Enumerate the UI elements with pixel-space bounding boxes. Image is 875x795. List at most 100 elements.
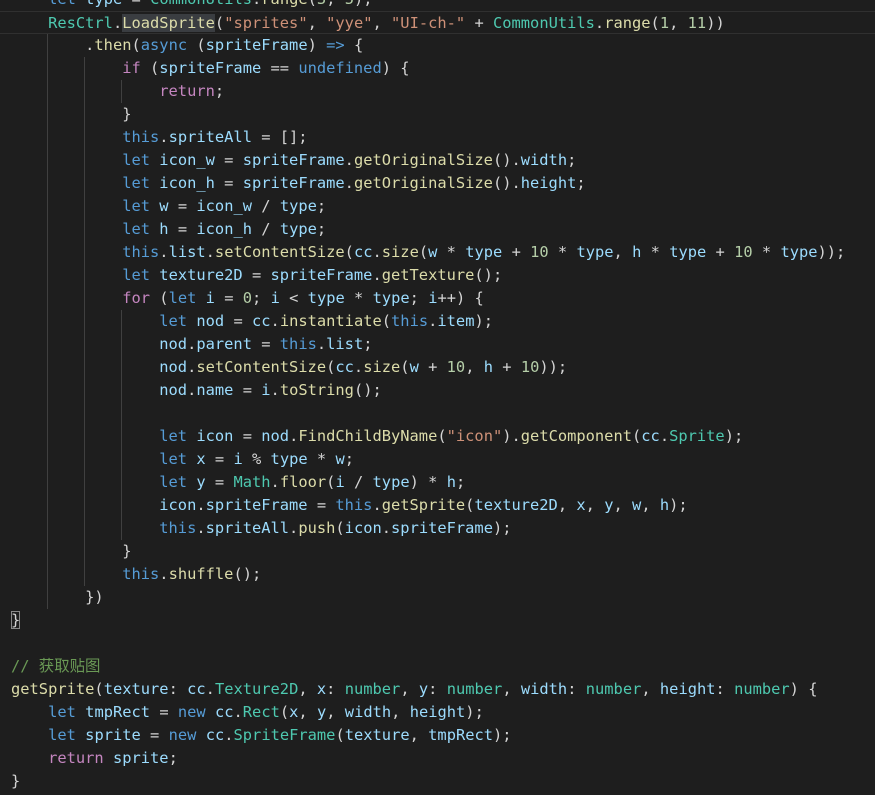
code-token: , bbox=[465, 358, 484, 376]
code-token: ++) { bbox=[437, 289, 484, 307]
code-token: ); bbox=[465, 703, 484, 721]
code-token: h bbox=[483, 358, 494, 376]
code-token: Texture2D bbox=[214, 680, 299, 698]
code-token: 10 bbox=[446, 358, 466, 376]
code-token: h bbox=[446, 473, 456, 491]
code-token: * bbox=[344, 289, 373, 307]
code-token: type bbox=[279, 197, 317, 215]
code-token: . bbox=[270, 473, 280, 491]
code-token: spriteFrame bbox=[159, 59, 262, 77]
code-token: + bbox=[706, 243, 735, 261]
code-line[interactable]: let texture2D = spriteFrame.getTexture()… bbox=[11, 264, 502, 287]
code-line[interactable]: ResCtrl.LoadSprite("sprites", "yye", "UI… bbox=[0, 11, 875, 34]
code-line[interactable]: }) bbox=[11, 586, 104, 609]
code-token: ( bbox=[326, 358, 336, 376]
code-token: , bbox=[613, 243, 633, 261]
code-token: type bbox=[372, 289, 410, 307]
code-token: if bbox=[122, 59, 141, 77]
code-token: : bbox=[715, 680, 735, 698]
code-token: push bbox=[298, 519, 336, 537]
code-line[interactable]: if (spriteFrame == undefined) { bbox=[11, 57, 409, 80]
code-token: }) bbox=[11, 588, 104, 606]
code-token: CommonUtils bbox=[492, 14, 595, 32]
code-line[interactable]: let sprite = new cc.SpriteFrame(texture,… bbox=[11, 724, 512, 747]
code-line[interactable]: let y = Math.floor(i / type) * h; bbox=[11, 471, 465, 494]
code-token: instantiate bbox=[279, 312, 382, 330]
code-token: ); bbox=[669, 496, 688, 514]
code-token: parent bbox=[196, 335, 252, 353]
code-token: spriteFrame bbox=[242, 174, 345, 192]
code-token: Math bbox=[233, 473, 271, 491]
code-line[interactable]: let x = i % type * w; bbox=[11, 448, 354, 471]
code-token: ; bbox=[409, 289, 429, 307]
code-token: )) bbox=[706, 14, 725, 32]
code-line[interactable]: let icon_w = spriteFrame.getOriginalSize… bbox=[11, 149, 576, 172]
code-token: )); bbox=[817, 243, 846, 261]
code-token: (); bbox=[353, 381, 382, 399]
code-token: , bbox=[669, 14, 688, 32]
code-token: ( bbox=[400, 358, 410, 376]
code-token: . bbox=[594, 14, 605, 32]
code-line[interactable]: return sprite; bbox=[11, 747, 178, 770]
code-token: x bbox=[316, 680, 327, 698]
code-token: , bbox=[613, 496, 633, 514]
code-token: ; bbox=[344, 450, 354, 468]
code-token: , bbox=[641, 496, 660, 514]
code-token: . bbox=[659, 427, 670, 445]
code-token: getSprite bbox=[11, 680, 95, 698]
code-line[interactable]: let tmpRect = new cc.Rect(x, y, width, h… bbox=[11, 701, 484, 724]
code-token: * bbox=[437, 243, 466, 261]
code-token: 5 bbox=[345, 0, 354, 8]
code-line[interactable]: let icon = nod.FindChildByName("icon").g… bbox=[11, 425, 743, 448]
code-line[interactable]: let w = icon_w / type; bbox=[11, 195, 326, 218]
code-token: , bbox=[585, 496, 605, 514]
code-line[interactable]: icon.spriteFrame = this.getSprite(textur… bbox=[11, 494, 688, 517]
code-token: getOriginalSize bbox=[353, 151, 493, 169]
code-line[interactable]: } bbox=[11, 770, 20, 793]
code-line[interactable]: nod.name = i.toString(); bbox=[11, 379, 382, 402]
code-line[interactable]: getSprite(texture: cc.Texture2D, x: numb… bbox=[11, 678, 817, 701]
code-token: . bbox=[224, 726, 234, 744]
code-line[interactable]: let nod = cc.instantiate(this.item); bbox=[11, 310, 493, 333]
code-token: spriteFrame bbox=[205, 496, 308, 514]
code-token: i bbox=[270, 289, 280, 307]
code-line[interactable]: this.spriteAll = []; bbox=[11, 126, 307, 149]
code-line[interactable]: return; bbox=[11, 80, 224, 103]
code-token: (). bbox=[492, 151, 521, 169]
code-line[interactable]: let icon_h = spriteFrame.getOriginalSize… bbox=[11, 172, 585, 195]
code-line[interactable]: for (let i = 0; i < type * type; i++) { bbox=[11, 287, 484, 310]
code-token: tmpRect bbox=[85, 703, 151, 721]
code-line[interactable]: } bbox=[11, 609, 21, 632]
code-token: ); bbox=[492, 519, 512, 537]
code-line[interactable]: this.list.setContentSize(cc.size(w * typ… bbox=[11, 241, 845, 264]
code-line[interactable]: this.spriteAll.push(icon.spriteFrame); bbox=[11, 517, 512, 540]
code-line[interactable]: } bbox=[11, 540, 131, 563]
code-line[interactable]: let h = icon_h / type; bbox=[11, 218, 326, 241]
code-token: sprite bbox=[112, 749, 169, 767]
code-token: . bbox=[344, 174, 354, 192]
code-editor[interactable]: let type = CommonUtils.range(3, 5); ResC… bbox=[0, 0, 875, 795]
code-token: . bbox=[252, 0, 261, 8]
code-line[interactable]: nod.setContentSize(cc.size(w + 10, h + 1… bbox=[11, 356, 567, 379]
code-token: icon_h bbox=[159, 174, 215, 192]
code-token: cc bbox=[251, 312, 271, 330]
code-line[interactable]: .then(async (spriteFrame) => { bbox=[11, 34, 363, 57]
code-line[interactable]: } bbox=[11, 103, 131, 126]
code-token: , bbox=[326, 703, 345, 721]
code-token: } bbox=[11, 611, 21, 629]
code-token: size bbox=[381, 243, 419, 261]
code-line[interactable]: nod.parent = this.list; bbox=[11, 333, 372, 356]
code-line[interactable]: let type = CommonUtils.range(3, 5); bbox=[11, 0, 372, 11]
code-token: } bbox=[11, 105, 132, 123]
code-token: = bbox=[205, 450, 234, 468]
code-line[interactable]: // 获取贴图 bbox=[11, 655, 100, 678]
code-line[interactable]: this.shuffle(); bbox=[11, 563, 261, 586]
code-token: . bbox=[372, 496, 382, 514]
code-token: = bbox=[168, 220, 197, 238]
